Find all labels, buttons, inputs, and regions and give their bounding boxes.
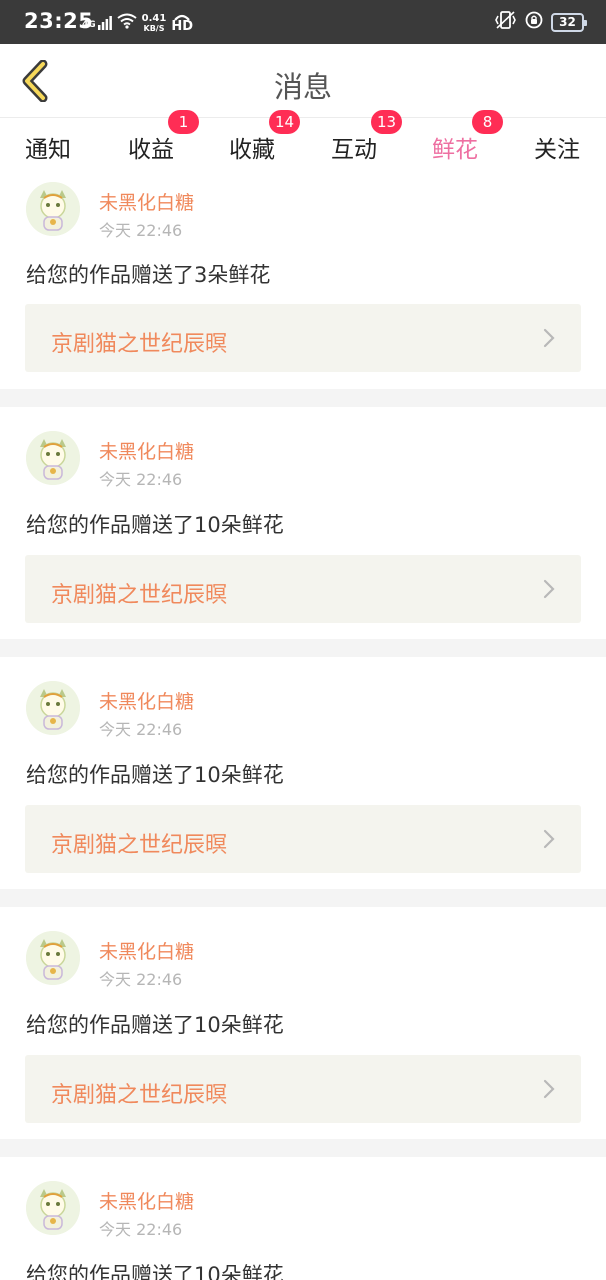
message-card: 未黑化白糖 今天 22:46 给您的作品赠送了3朵鲜花 京剧猫之世纪辰暝 [0, 174, 606, 389]
message-time: 今天 22:46 [99, 1220, 183, 1239]
tab-label: 收藏 [229, 137, 275, 163]
sender-name[interactable]: 未黑化白糖 [99, 937, 194, 964]
page-title: 消息 [273, 70, 332, 104]
sender-name[interactable]: 未黑化白糖 [99, 437, 194, 464]
tab-earnings[interactable]: 收益 1 [128, 110, 199, 164]
tab-label: 鲜花 [432, 137, 478, 163]
work-title: 京剧猫之世纪辰暝 [51, 1083, 228, 1108]
sender-name[interactable]: 未黑化白糖 [99, 188, 194, 215]
avatar[interactable] [26, 182, 80, 236]
message-text: 给您的作品赠送了3朵鲜花 [26, 263, 271, 287]
tab-label: 收益 [128, 137, 174, 163]
avatar[interactable] [26, 931, 80, 985]
cat-avatar-icon [26, 931, 80, 985]
wifi-icon [117, 13, 137, 33]
message-text: 给您的作品赠送了10朵鲜花 [26, 1263, 284, 1280]
divider [0, 389, 606, 407]
divider [0, 889, 606, 907]
net-speed-unit: KB/S [143, 23, 165, 33]
tab-notifications[interactable]: 通知 [25, 130, 71, 164]
tab-badge: 8 [472, 110, 503, 134]
divider [0, 639, 606, 657]
cat-avatar-icon [26, 1181, 80, 1235]
sender-name[interactable]: 未黑化白糖 [99, 1187, 194, 1214]
vibrate-icon [493, 11, 517, 33]
chevron-right-icon [543, 1079, 555, 1099]
avatar[interactable] [26, 1181, 80, 1235]
message-time: 今天 22:46 [99, 720, 183, 739]
signal-icon: 4G [82, 16, 112, 30]
work-link[interactable]: 京剧猫之世纪辰暝 [25, 805, 581, 873]
network-type: 4G [82, 20, 96, 30]
divider [0, 1139, 606, 1157]
status-left-icons: 4G 0.41 KB/S HD [82, 13, 193, 33]
net-speed: 0.41 KB/S [141, 12, 167, 33]
chevron-right-icon [543, 579, 555, 599]
work-title: 京剧猫之世纪辰暝 [51, 833, 228, 858]
app-header: 消息 [0, 44, 606, 118]
hd-label: HD [171, 18, 194, 34]
message-text: 给您的作品赠送了10朵鲜花 [26, 1013, 284, 1037]
tab-badge: 14 [269, 110, 301, 134]
message-time: 今天 22:46 [99, 470, 183, 489]
work-link[interactable]: 京剧猫之世纪辰暝 [25, 1055, 581, 1123]
tab-label: 通知 [25, 137, 71, 163]
message-card: 未黑化白糖 今天 22:46 给您的作品赠送了10朵鲜花 京剧猫之世纪辰暝 [0, 657, 606, 889]
message-card: 未黑化白糖 今天 22:46 给您的作品赠送了10朵鲜花 京剧猫之世纪辰暝 [0, 407, 606, 639]
message-time: 今天 22:46 [99, 970, 183, 989]
chevron-right-icon [543, 328, 555, 348]
sender-name[interactable]: 未黑化白糖 [99, 687, 194, 714]
tab-badge: 1 [168, 110, 199, 134]
work-title: 京剧猫之世纪辰暝 [51, 332, 228, 357]
status-bar: 23:25 4G 0.41 KB/S HD 32 [0, 0, 606, 44]
battery-icon: 32 [551, 12, 587, 32]
message-card: 未黑化白糖 今天 22:46 给您的作品赠送了10朵鲜花 [0, 1157, 606, 1280]
message-text: 给您的作品赠送了10朵鲜花 [26, 763, 284, 787]
tab-bar: 通知 收益 1 收藏 14 互动 13 鲜花 8 关注 [0, 110, 606, 178]
tab-label: 互动 [331, 137, 377, 163]
avatar[interactable] [26, 681, 80, 735]
tab-flowers[interactable]: 鲜花 8 [432, 110, 503, 178]
message-card: 未黑化白糖 今天 22:46 给您的作品赠送了10朵鲜花 京剧猫之世纪辰暝 [0, 907, 606, 1139]
tab-badge: 13 [371, 110, 403, 134]
chevron-right-icon [543, 829, 555, 849]
work-link[interactable]: 京剧猫之世纪辰暝 [25, 304, 581, 372]
avatar[interactable] [26, 431, 80, 485]
tab-following[interactable]: 关注 [534, 130, 580, 164]
rotation-lock-icon [525, 11, 543, 33]
tab-label: 关注 [534, 137, 580, 163]
message-list: 未黑化白糖 今天 22:46 给您的作品赠送了3朵鲜花 京剧猫之世纪辰暝 未黑化… [0, 174, 606, 1280]
tab-favorites[interactable]: 收藏 14 [229, 110, 301, 164]
message-time: 今天 22:46 [99, 221, 183, 240]
cat-avatar-icon [26, 681, 80, 735]
tab-interactions[interactable]: 互动 13 [331, 110, 403, 164]
cat-avatar-icon [26, 431, 80, 485]
net-speed-value: 0.41 [141, 12, 167, 24]
status-right-icons: 32 [493, 11, 587, 33]
message-text: 给您的作品赠送了10朵鲜花 [26, 513, 284, 537]
work-title: 京剧猫之世纪辰暝 [51, 583, 228, 608]
cat-avatar-icon [26, 182, 80, 236]
work-link[interactable]: 京剧猫之世纪辰暝 [25, 555, 581, 623]
hd-call-icon: HD [171, 14, 193, 33]
